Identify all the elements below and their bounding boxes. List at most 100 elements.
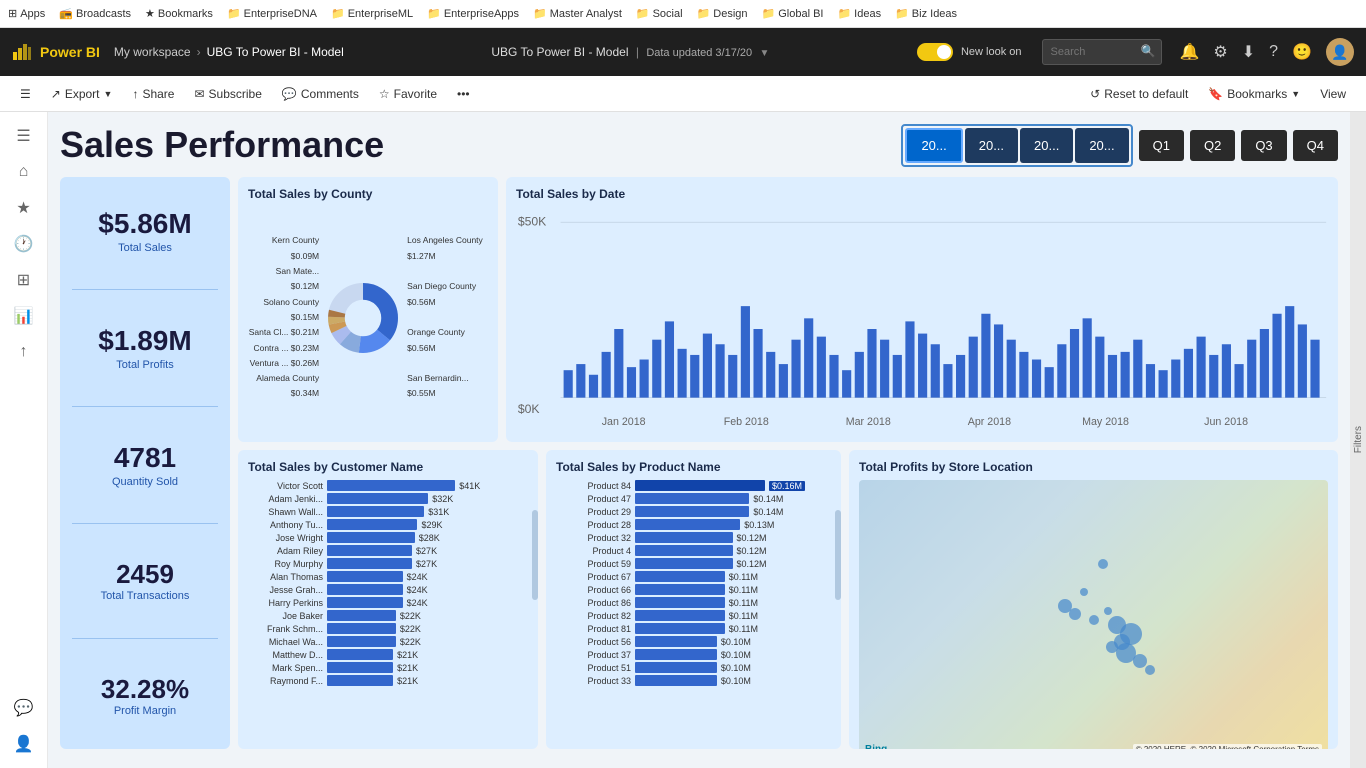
report-content: Sales Performance 20... 20... 20... 20..… (48, 112, 1350, 768)
product-bar-item: Product 29 $0.14M (556, 506, 831, 517)
kpi-quantity-sold: 4781 Quantity Sold (72, 443, 218, 488)
bookmark-design[interactable]: 📁 Design (697, 7, 748, 20)
customer-value: $22K (400, 611, 421, 621)
year-btn-1[interactable]: 20... (905, 128, 962, 163)
sidebar-recent[interactable]: 🕐 (8, 228, 40, 260)
sidebar-favorites[interactable]: ★ (8, 192, 40, 224)
product-name: Product 84 (556, 481, 631, 491)
bookmarks-btn[interactable]: 🔖 Bookmarks ▼ (1200, 83, 1308, 105)
customer-bar-item: Roy Murphy $27K (248, 558, 528, 569)
notification-icon[interactable]: 🔔 (1180, 42, 1200, 62)
product-bar (635, 623, 725, 634)
product-name: Product 81 (556, 624, 631, 634)
svg-text:$50K: $50K (518, 214, 546, 228)
kpi-panel: $5.86M Total Sales $1.89M Total Profits … (60, 177, 230, 749)
product-chart-card: Total Sales by Product Name Product 84 $… (546, 450, 841, 749)
workspace-link[interactable]: My workspace (114, 45, 191, 59)
sidebar-metrics[interactable]: 📊 (8, 300, 40, 332)
favorite-btn[interactable]: ☆ Favorite (371, 83, 445, 105)
hamburger-menu-btn[interactable]: ☰ (12, 83, 39, 105)
sidebar-apps[interactable]: ⊞ (8, 264, 40, 296)
header-report-title: UBG To Power BI - Model (491, 45, 628, 59)
search-area: 🔍 (1042, 39, 1162, 65)
product-name: Product 4 (556, 546, 631, 556)
year-btn-3[interactable]: 20... (1020, 128, 1073, 163)
donut-svg (325, 268, 401, 368)
sidebar-profile[interactable]: 👤 (8, 728, 40, 760)
bookmark-enterpriseml[interactable]: 📁 EnterpriseML (331, 7, 413, 20)
map-dot (1145, 665, 1155, 675)
download-icon[interactable]: ⬇ (1242, 42, 1255, 62)
customer-scroll[interactable] (532, 510, 538, 600)
product-bar (635, 636, 717, 647)
bookmark-broadcasts[interactable]: 📻 Broadcasts (59, 7, 131, 20)
product-bar-item: Product 37 $0.10M (556, 649, 831, 660)
product-name: Product 51 (556, 663, 631, 673)
product-value: $0.12M (737, 546, 767, 556)
bookmark-social[interactable]: 📁 Social (636, 7, 683, 20)
share-btn[interactable]: ↑ Share (124, 83, 182, 105)
reset-btn[interactable]: ↺ Reset to default (1082, 83, 1196, 105)
q1-btn[interactable]: Q1 (1139, 130, 1184, 161)
dropdown-arrow-icon[interactable]: ▼ (759, 48, 769, 59)
more-btn[interactable]: ••• (449, 83, 478, 105)
question-icon[interactable]: ? (1269, 43, 1278, 61)
profit-margin-label: Profit Margin (72, 705, 218, 717)
product-bar (635, 610, 725, 621)
customer-bar-item: Harry Perkins $24K (248, 597, 528, 608)
q4-btn[interactable]: Q4 (1293, 130, 1338, 161)
view-btn[interactable]: View (1312, 83, 1354, 105)
dashboard-body: $5.86M Total Sales $1.89M Total Profits … (60, 177, 1338, 749)
product-scroll[interactable] (835, 510, 841, 600)
year-btn-2[interactable]: 20... (965, 128, 1018, 163)
sidebar-workspace[interactable]: 💬 (8, 692, 40, 724)
favorite-icon: ☆ (379, 87, 390, 101)
donut-labels-left: Kern County $0.09M San Mate... $0.12M So… (248, 233, 319, 401)
report-title-area: Sales Performance 20... 20... 20... 20..… (60, 124, 1338, 167)
report-name: UBG To Power BI - Model (207, 45, 344, 59)
emoji-icon[interactable]: 🙂 (1292, 42, 1312, 62)
bookmark-apps[interactable]: ⊞ Apps (8, 7, 45, 20)
product-value: $0.10M (721, 650, 751, 660)
bookmark-enterpriseapps[interactable]: 📁 EnterpriseApps (427, 7, 519, 20)
customer-bar (327, 532, 415, 543)
bookmark-masteranalyst[interactable]: 📁 Master Analyst (533, 7, 622, 20)
filters-panel[interactable]: Filters (1350, 112, 1366, 768)
product-bar (635, 558, 733, 569)
customer-name: Adam Riley (248, 546, 323, 556)
customer-value: $28K (419, 533, 440, 543)
donut-chart-area: Kern County $0.09M San Mate... $0.12M So… (248, 207, 488, 428)
bookmark-bookmarks[interactable]: ★ Bookmarks (145, 7, 213, 20)
sidebar-hamburger[interactable]: ☰ (8, 120, 40, 152)
q3-btn[interactable]: Q3 (1241, 130, 1286, 161)
product-bar-item: Product 47 $0.14M (556, 493, 831, 504)
map-dot (1098, 559, 1108, 569)
product-bar (635, 506, 749, 517)
sidebar-home[interactable]: ⌂ (8, 156, 40, 188)
profile-avatar[interactable]: 👤 (1326, 38, 1354, 66)
customer-value: $24K (407, 585, 428, 595)
year-btn-4[interactable]: 20... (1075, 128, 1128, 163)
settings-icon[interactable]: ⚙ (1213, 42, 1227, 62)
export-btn[interactable]: ↗ Export ▼ (43, 83, 121, 105)
map-chart-title: Total Profits by Store Location (859, 460, 1328, 474)
bookmark-bizideas[interactable]: 📁 Biz Ideas (895, 7, 957, 20)
product-name: Product 67 (556, 572, 631, 582)
customer-value: $22K (400, 624, 421, 634)
subscribe-btn[interactable]: ✉ Subscribe (186, 83, 269, 105)
main-container: ☰ ⌂ ★ 🕐 ⊞ 📊 ↑ 💬 👤 Sales Performance 20..… (0, 112, 1366, 768)
comments-btn[interactable]: 💬 Comments (274, 83, 367, 105)
bookmark-ideas[interactable]: 📁 Ideas (837, 7, 881, 20)
customer-name: Jesse Grah... (248, 585, 323, 595)
map-dot (1089, 615, 1099, 625)
q2-btn[interactable]: Q2 (1190, 130, 1235, 161)
bookmark-enterprisedna[interactable]: 📁 EnterpriseDNA (227, 7, 317, 20)
header-center: UBG To Power BI - Model | Data updated 3… (354, 45, 907, 59)
total-profits-label: Total Profits (72, 359, 218, 371)
customer-bar-item: Adam Jenki... $32K (248, 493, 528, 504)
donut-label-sanbernardino: San Bernardin... $0.55M (407, 371, 488, 402)
new-look-toggle[interactable] (917, 43, 953, 61)
sidebar-share[interactable]: ↑ (8, 336, 40, 368)
app-logo: Power BI (12, 42, 100, 62)
bookmark-globalbi[interactable]: 📁 Global BI (762, 7, 824, 20)
